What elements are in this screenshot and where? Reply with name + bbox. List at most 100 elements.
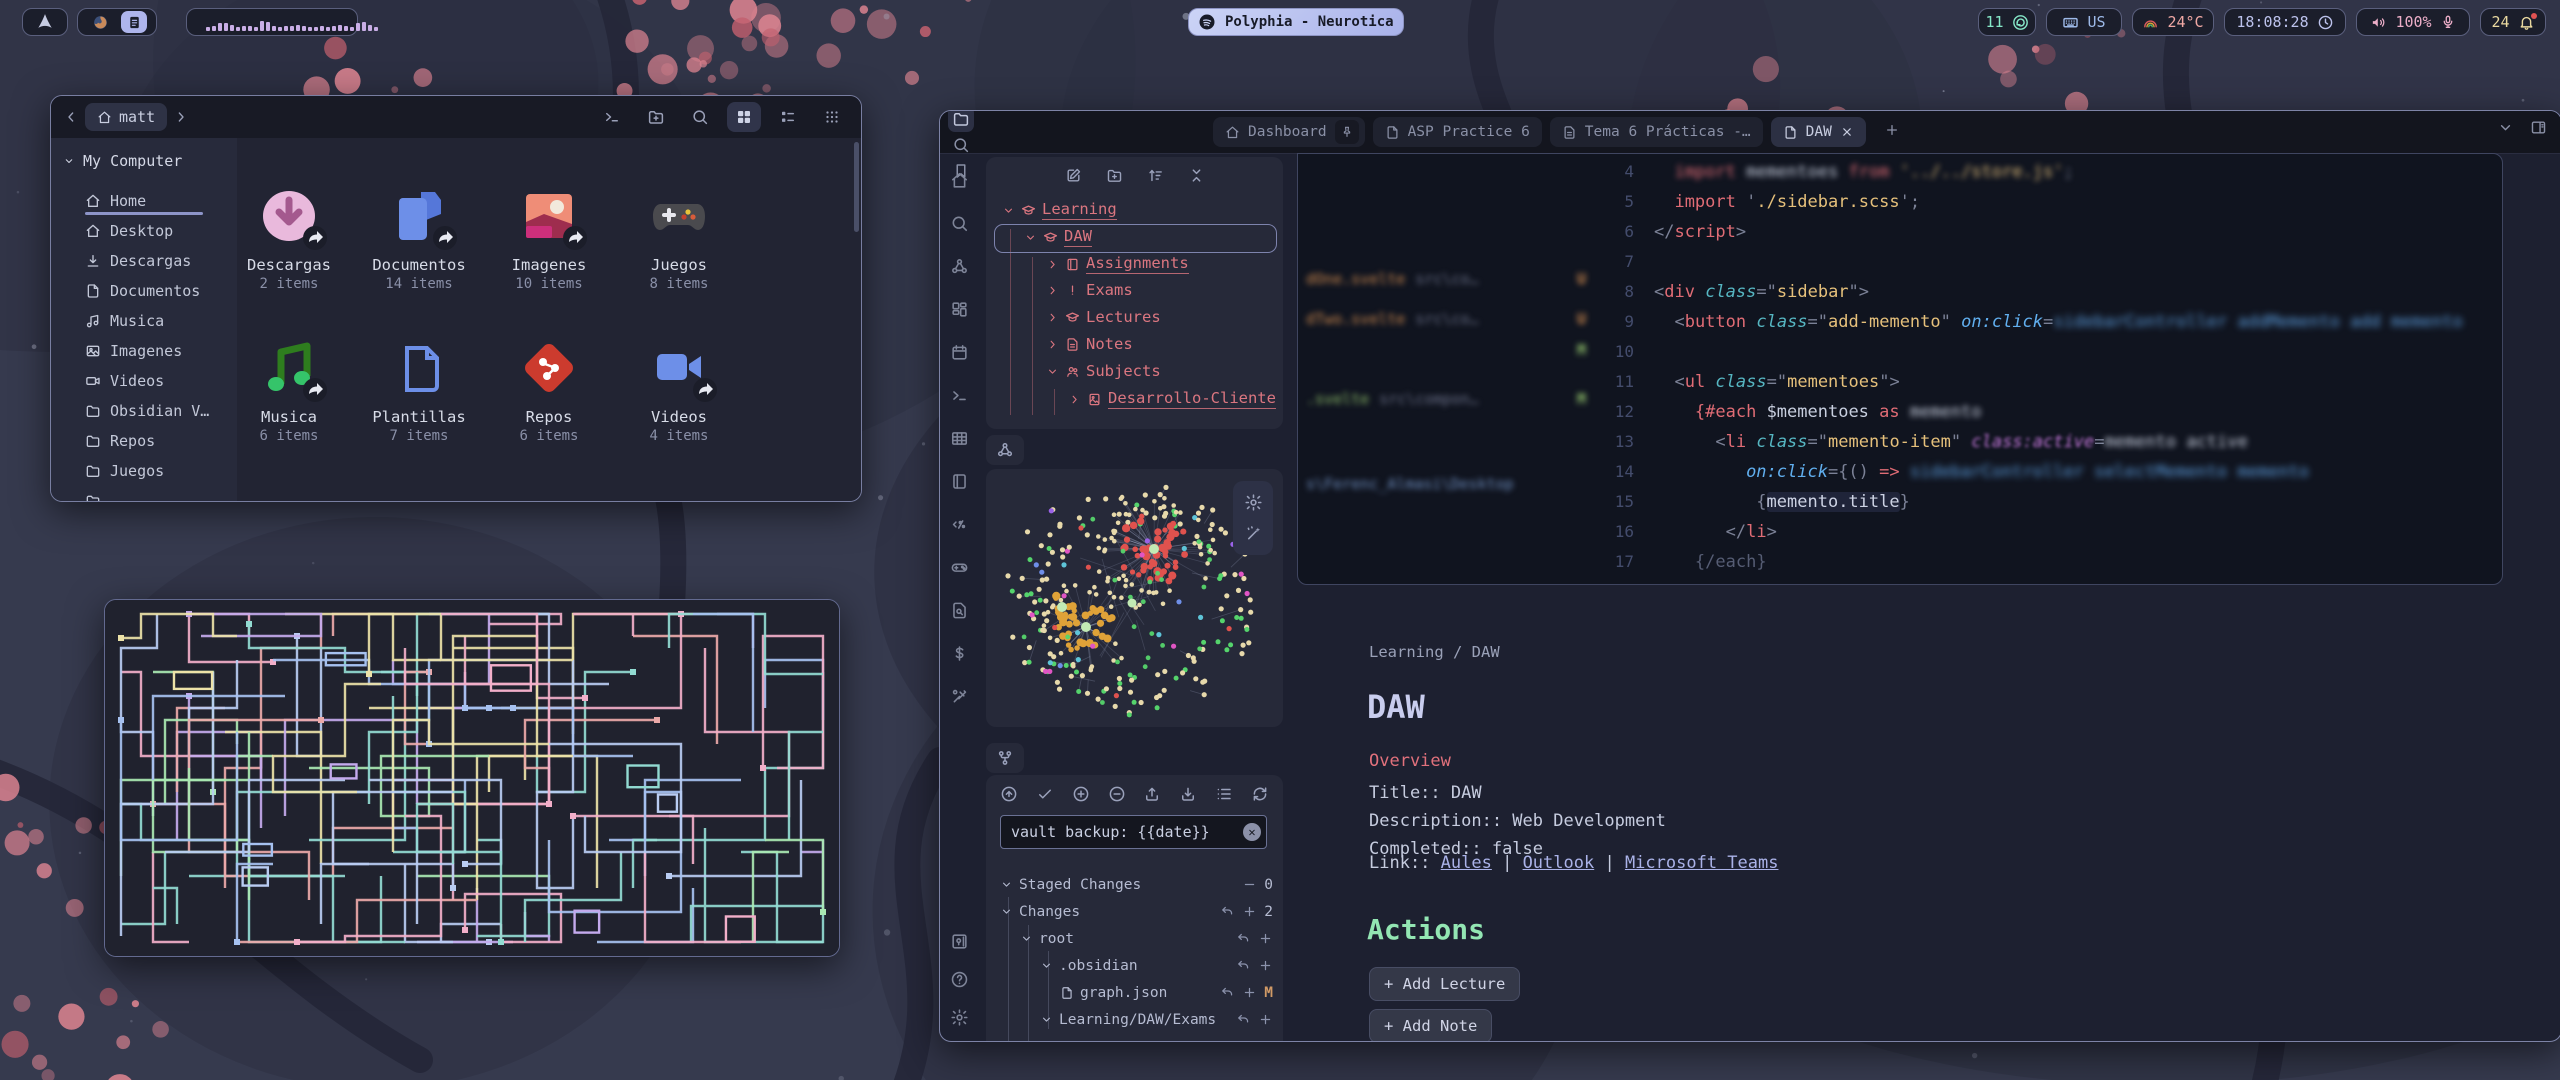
back-button[interactable] <box>63 109 79 125</box>
tab-tema-6-pr-cticas-[interactable]: Tema 6 Prácticas -… <box>1550 117 1763 147</box>
sidebar-root[interactable]: My Computer <box>63 152 237 170</box>
git-row-learning-daw-exams[interactable]: Learning/DAW/Exams <box>1000 1006 1273 1033</box>
tree-item-notes[interactable]: Notes <box>1046 335 1133 353</box>
fm-tool-grid-view[interactable] <box>727 102 761 132</box>
chevron-down-icon[interactable] <box>1024 231 1037 244</box>
tab-daw[interactable]: DAW <box>1771 117 1866 147</box>
ribbon-dollar-button[interactable] <box>950 644 969 667</box>
tray-volume[interactable]: 100% <box>2356 8 2470 36</box>
tab-dashboard[interactable]: Dashboard <box>1213 117 1365 147</box>
tree-item-desarrollo-cliente[interactable]: Desarrollo-Cliente <box>1068 389 1276 409</box>
git-action-undo-icon[interactable] <box>1220 904 1235 919</box>
git-row-graph-json[interactable]: graph.json M <box>1000 979 1273 1006</box>
chevron-right-icon[interactable] <box>1046 311 1059 324</box>
open-file-row[interactable]: dOne.sveltesrc\co…U <box>1306 270 1596 288</box>
tree-item-learning[interactable]: Learning <box>1002 200 1117 220</box>
fm-item-plantillas[interactable]: Plantillas 7 items <box>354 340 484 444</box>
fm-item-repos[interactable]: Repos 6 items <box>484 340 614 444</box>
chevron-right-icon[interactable] <box>1046 284 1059 297</box>
fm-item-descargas[interactable]: Descargas 2 items <box>224 188 354 292</box>
tree-item-exams[interactable]: Exams <box>1046 281 1133 299</box>
git-row-changes[interactable]: Changes 2 <box>1000 898 1273 925</box>
tree-item-daw[interactable]: DAW <box>1024 227 1092 247</box>
dock-item-text-editor[interactable] <box>121 11 147 33</box>
tree-item-subjects[interactable]: Subjects <box>1046 362 1161 380</box>
fm-sidebar-item-imagenes[interactable]: Imagenes <box>85 336 237 366</box>
scrollbar-thumb[interactable] <box>854 142 859 232</box>
note-button--add-lecture[interactable]: + Add Lecture <box>1369 967 1520 1001</box>
fm-sidebar-item-musica[interactable]: Musica <box>85 306 237 336</box>
open-file-row[interactable]: .sveltesrc\compon…M <box>1306 390 1596 408</box>
fm-item-imagenes[interactable]: Imagenes 10 items <box>484 188 614 292</box>
chevron-icon[interactable] <box>1020 932 1033 945</box>
ribbon-book-button[interactable] <box>950 472 969 495</box>
ribbon-gamepad-button[interactable] <box>950 558 969 581</box>
tray-notifications[interactable]: 24 <box>2480 8 2546 36</box>
tray-keyboard-layout[interactable]: US <box>2046 8 2122 36</box>
fm-tool-folder-plus[interactable] <box>639 102 673 132</box>
tree-item-lectures[interactable]: Lectures <box>1046 308 1161 326</box>
tab-asp-practice-6[interactable]: ASP Practice 6 <box>1373 117 1542 147</box>
ribbon-tools-button[interactable] <box>950 687 969 710</box>
media-pill[interactable]: Polyphia - Neurotica <box>1188 8 1404 36</box>
new-tab-button[interactable] <box>1884 122 1900 142</box>
graph-view-tab[interactable] <box>986 435 1024 465</box>
fm-tool-compact-view[interactable] <box>815 102 849 132</box>
fm-tool-terminal[interactable] <box>595 102 629 132</box>
chevron-icon[interactable] <box>1040 959 1053 972</box>
git-row-staged-changes[interactable]: Staged Changes 0 <box>1000 871 1273 898</box>
header-folder-button[interactable] <box>948 110 974 132</box>
header-chevron-down-button[interactable] <box>2497 119 2514 140</box>
note-link-microsoft-teams[interactable]: Microsoft Teams <box>1625 853 1779 873</box>
git-row--obsidian[interactable]: .obsidian <box>1000 952 1273 979</box>
git-action-plus-icon[interactable] <box>1258 1012 1273 1027</box>
fm-sidebar-item-hidden[interactable] <box>85 486 237 502</box>
fm-item-musica[interactable]: Musica 6 items <box>224 340 354 444</box>
git-action-plus-icon[interactable] <box>1242 904 1257 919</box>
location-breadcrumb[interactable]: matt <box>85 103 167 131</box>
fm-item-juegos[interactable]: Juegos 8 items <box>614 188 744 292</box>
note-button--add-note[interactable]: + Add Note <box>1369 1009 1492 1042</box>
chevron-icon[interactable] <box>1000 905 1013 918</box>
chevron-right-icon[interactable] <box>1068 393 1081 406</box>
git-view-tab[interactable] <box>986 743 1024 773</box>
ribbon-vault-button[interactable] <box>950 932 969 955</box>
tray-clock[interactable]: 18:08:28 <box>2224 8 2346 36</box>
chevron-icon[interactable] <box>1040 1013 1053 1026</box>
git-action-plus-icon[interactable] <box>1258 931 1273 946</box>
ribbon-file-search-button[interactable] <box>950 601 969 624</box>
git-action-minus-icon[interactable] <box>1242 877 1257 892</box>
close-tab-icon[interactable] <box>1840 125 1854 139</box>
note-breadcrumb[interactable]: Learning / DAW <box>1369 643 1500 661</box>
fm-sidebar-item-obsidianv[interactable]: Obsidian V… <box>85 396 237 426</box>
open-file-row[interactable]: s\Ferenc_Almasi\Desktop <box>1306 475 1596 493</box>
ribbon-terminal-button[interactable] <box>950 386 969 409</box>
ribbon-settings-button[interactable] <box>950 1008 969 1031</box>
git-action-plus-icon[interactable] <box>1242 985 1257 1000</box>
launcher-button[interactable] <box>22 8 68 36</box>
git-action-undo-icon[interactable] <box>1220 985 1235 1000</box>
ribbon-search-button[interactable] <box>950 214 969 237</box>
fm-item-documentos[interactable]: Documentos 14 items <box>354 188 484 292</box>
git-row-root[interactable]: root <box>1000 925 1273 952</box>
fm-tool-list-view[interactable] <box>771 102 805 132</box>
dock-item-firefox[interactable] <box>87 11 113 33</box>
tree-item-assignments[interactable]: Assignments <box>1046 254 1189 274</box>
chevron-right-icon[interactable] <box>1046 258 1059 271</box>
fm-sidebar-item-videos[interactable]: Videos <box>85 366 237 396</box>
fm-sidebar-item-documentos[interactable]: Documentos <box>85 276 237 306</box>
ribbon-code-button[interactable] <box>950 515 969 538</box>
fm-sidebar-item-repos[interactable]: Repos <box>85 426 237 456</box>
fm-sidebar-item-desktop[interactable]: Desktop <box>85 216 237 246</box>
fm-tool-search[interactable] <box>683 102 717 132</box>
ribbon-calendar-button[interactable] <box>950 343 969 366</box>
fm-sidebar-item-juegos[interactable]: Juegos <box>85 456 237 486</box>
note-link-aules[interactable]: Aules <box>1441 853 1492 873</box>
note-link-outlook[interactable]: Outlook <box>1523 853 1595 873</box>
chevron-down-icon[interactable] <box>1002 204 1015 217</box>
tray-weather[interactable]: 24°C <box>2132 8 2214 36</box>
ribbon-graph-button[interactable] <box>950 257 969 280</box>
chevron-icon[interactable] <box>1000 878 1013 891</box>
chevron-down-icon[interactable] <box>1046 365 1059 378</box>
ribbon-home-button[interactable] <box>950 171 969 194</box>
